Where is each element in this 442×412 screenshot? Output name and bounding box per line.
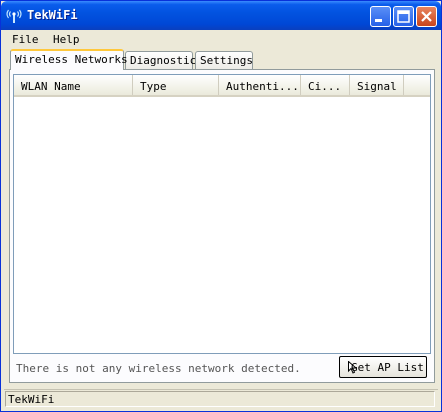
minimize-icon: [375, 19, 382, 22]
menu-help[interactable]: Help: [53, 33, 80, 46]
maximize-button[interactable]: [393, 6, 414, 27]
window-title: TekWiFi: [27, 8, 78, 22]
column-header-type[interactable]: Type: [133, 75, 219, 95]
tab-diagnostic[interactable]: Diagnostic: [125, 51, 196, 69]
tab-wireless-networks[interactable]: Wireless Networks: [10, 49, 128, 70]
title-bar[interactable]: TekWiFi: [1, 1, 441, 30]
get-ap-list-label: Get AP List: [351, 361, 424, 374]
get-ap-list-button[interactable]: Get AP List: [339, 356, 427, 378]
status-bar-pane: TekWiFi: [5, 391, 435, 407]
close-button[interactable]: [416, 6, 437, 27]
column-header-wlan-name[interactable]: WLAN Name: [14, 75, 133, 95]
tab-settings[interactable]: Settings: [195, 51, 253, 69]
wireless-networks-panel: WLAN Name Type Authenti... Ci... Signal …: [9, 69, 435, 383]
maximize-icon: [397, 10, 410, 23]
column-header-cipher[interactable]: Ci...: [301, 75, 350, 95]
wifi-antenna-icon: [6, 9, 22, 23]
list-header: WLAN Name Type Authenti... Ci... Signal: [14, 75, 430, 97]
status-message: There is not any wireless network detect…: [16, 362, 301, 375]
network-list[interactable]: WLAN Name Type Authenti... Ci... Signal: [13, 74, 431, 354]
column-header-signal[interactable]: Signal: [350, 75, 404, 95]
tab-strip: Wireless Networks Diagnostic Settings: [10, 49, 430, 70]
menu-bar: File Help: [4, 31, 438, 48]
app-window: TekWiFi File Help Wireless Networks Diag…: [0, 0, 442, 412]
column-header-authentication[interactable]: Authenti...: [219, 75, 301, 95]
status-bar: TekWiFi: [4, 389, 438, 410]
minimize-button[interactable]: [370, 6, 391, 27]
close-icon: [421, 11, 432, 22]
menu-file[interactable]: File: [12, 33, 39, 46]
